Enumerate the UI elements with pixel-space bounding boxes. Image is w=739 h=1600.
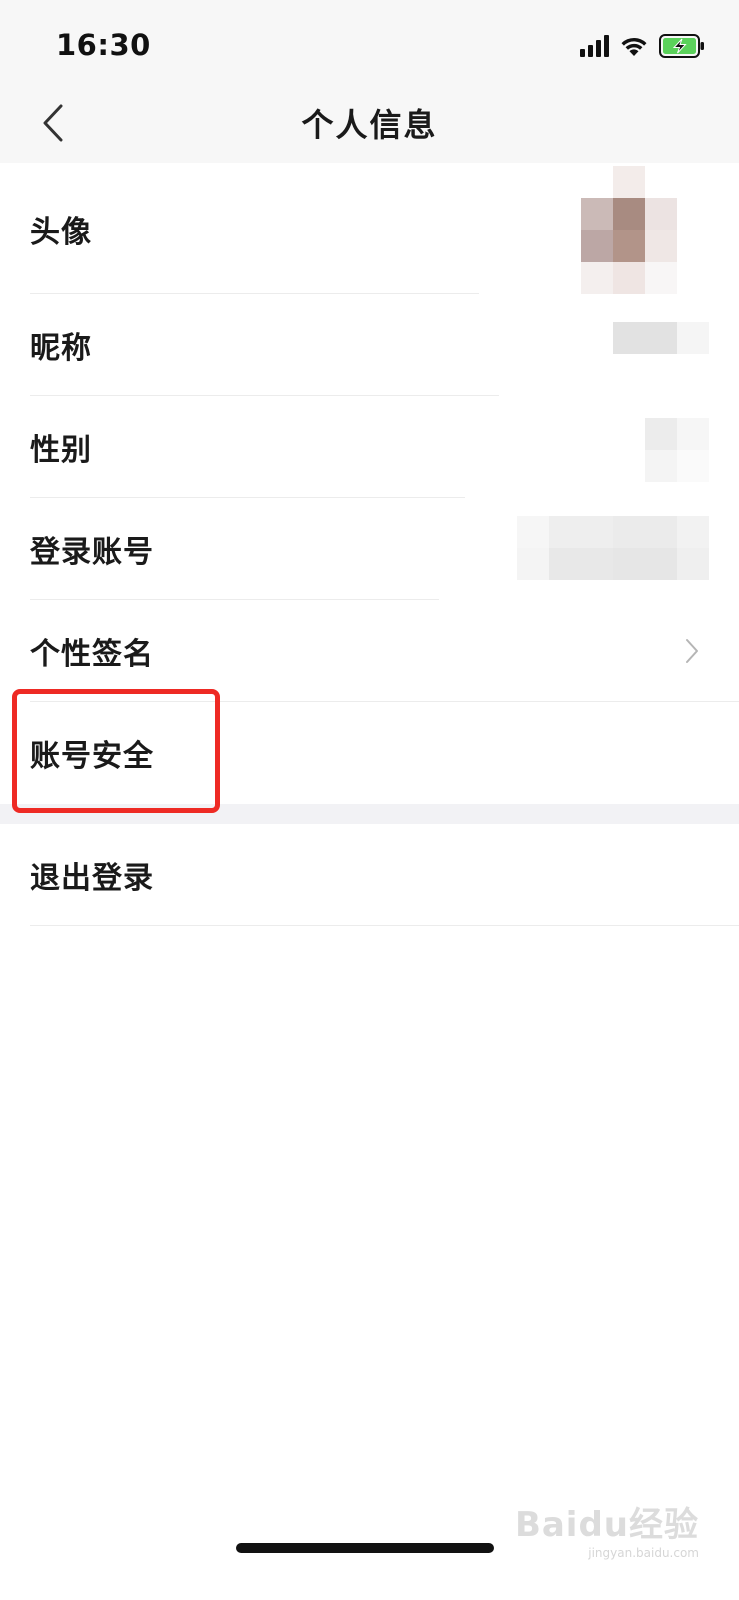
divider	[30, 925, 739, 926]
row-signature[interactable]: 个性签名	[0, 600, 739, 702]
row-label: 头像	[30, 214, 92, 250]
header-area: 16:30 个人信息	[0, 0, 739, 163]
page-title: 个人信息	[301, 106, 438, 144]
logout-label: 退出登录	[30, 861, 154, 896]
blurred-account	[517, 516, 709, 580]
row-label: 性别	[30, 433, 92, 468]
row-gender[interactable]: 性别	[0, 396, 739, 498]
logout-button[interactable]: 退出登录	[0, 824, 739, 926]
status-icons	[580, 30, 705, 62]
home-indicator[interactable]	[236, 1543, 494, 1553]
wifi-icon	[619, 35, 649, 57]
watermark-url: jingyan.baidu.com	[588, 1546, 699, 1560]
section-gap	[0, 804, 739, 824]
blurred-gender	[645, 418, 709, 482]
blurred-nickname	[613, 322, 709, 354]
row-nickname[interactable]: 昵称	[0, 294, 739, 396]
row-label: 个性签名	[30, 637, 154, 672]
row-login-account[interactable]: 登录账号	[0, 498, 739, 600]
watermark-brand: Baidu经验	[514, 1505, 699, 1545]
chevron-right-icon	[686, 639, 698, 663]
status-time: 16:30	[56, 28, 151, 62]
row-avatar[interactable]: 头像	[0, 163, 739, 294]
row-label: 账号安全	[30, 739, 154, 774]
avatar	[581, 166, 709, 294]
row-account-security[interactable]: 账号安全	[0, 702, 739, 804]
screen: 16:30 个人信息 头像 昵称 性别 登录账号 个性签名 账号安全 退出登录 …	[0, 0, 739, 1600]
row-label: 昵称	[30, 331, 92, 366]
watermark: Baidu经验 jingyan.baidu.com	[515, 1497, 699, 1560]
signal-icon	[580, 35, 609, 57]
settings-list: 头像 昵称 性别 登录账号 个性签名 账号安全 退出登录	[0, 163, 739, 926]
battery-charging-icon	[659, 34, 705, 58]
row-label: 登录账号	[30, 535, 154, 570]
